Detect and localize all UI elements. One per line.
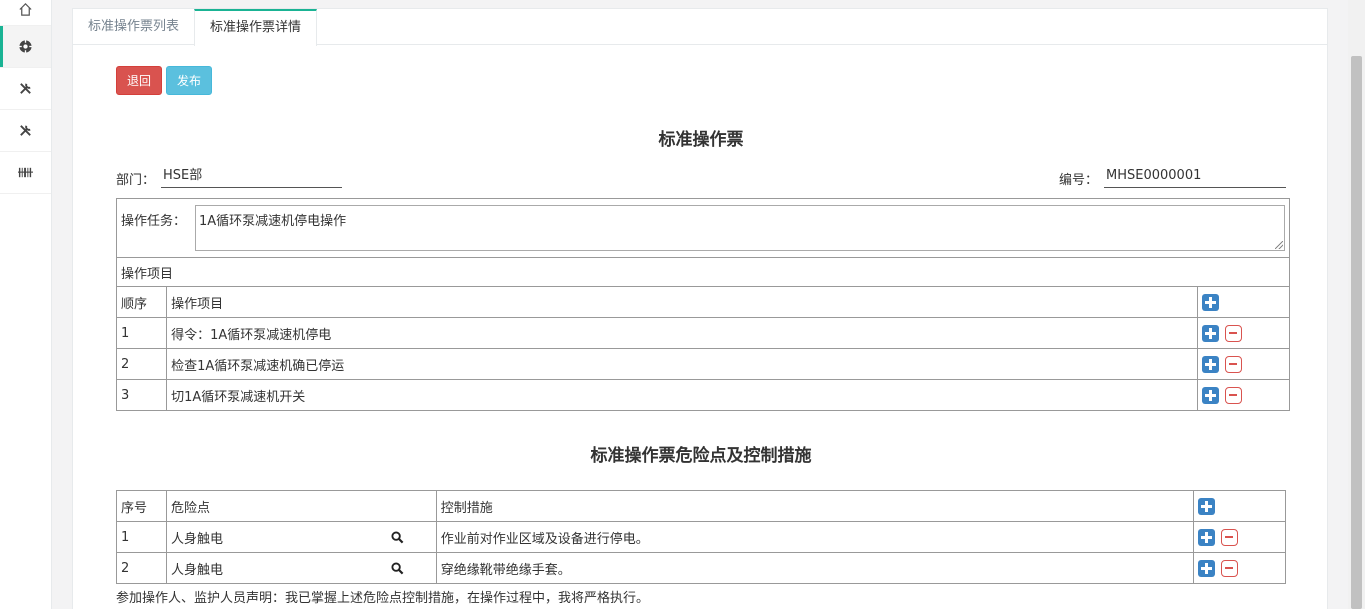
add-row-icon[interactable]: [1198, 559, 1216, 577]
remove-row-icon[interactable]: [1224, 386, 1242, 404]
vertical-scrollbar[interactable]: [1348, 0, 1365, 609]
search-icon[interactable]: [391, 562, 404, 575]
hazard-cell: 人身触电: [165, 521, 437, 553]
sidebar-item-tools-1[interactable]: [0, 68, 51, 110]
header-hazard: 危险点: [165, 490, 437, 522]
back-button[interactable]: 退回: [116, 66, 162, 95]
search-icon[interactable]: [391, 531, 404, 544]
department-field[interactable]: HSE部: [161, 166, 342, 188]
row-seq: 1: [116, 521, 167, 553]
row-item: 检查1A循环泵减速机确已停运: [166, 348, 1198, 380]
row-seq: 3: [115, 379, 168, 411]
barcode-icon: [18, 167, 33, 178]
hazards-table: 序号 危险点 控制措施 1 人身触电 作业前对作业区域及设备进行停电。 2 人身…: [116, 490, 1286, 584]
table-row: 3 切1A循环泵减速机开关: [115, 379, 1291, 411]
row-item: 切1A循环泵减速机开关: [166, 379, 1198, 411]
operation-items-table: 操作任务： 1A循环泵减速机停电操作 操作项目 顺序 操作项目 1 得令：1A循…: [115, 198, 1291, 411]
main-panel: 标准操作票列表 标准操作票详情 退回 发布 标准操作票 部门： HSE部 编号：…: [72, 8, 1328, 609]
header-seq: 序号: [116, 490, 167, 522]
header-seq: 顺序: [115, 286, 168, 318]
hazards-title: 标准操作票危险点及控制措施: [590, 446, 812, 466]
remove-row-icon[interactable]: [1224, 355, 1242, 373]
add-row-icon[interactable]: [1198, 497, 1216, 515]
sidebar: [0, 0, 52, 609]
remove-row-icon[interactable]: [1221, 528, 1239, 546]
tab-ticket-detail[interactable]: 标准操作票详情: [194, 9, 318, 46]
add-row-icon[interactable]: [1201, 293, 1219, 311]
form-title: 标准操作票: [658, 130, 744, 150]
target-icon: [18, 39, 33, 54]
items-section-label: 操作项目: [116, 257, 1290, 287]
declaration-text: 参加操作人、监护人员声明：我已掌握上述危险点控制措施，在操作过程中，我将严格执行…: [116, 591, 650, 606]
header-item: 操作项目: [166, 286, 1198, 318]
header-measure: 控制措施: [435, 490, 1195, 522]
add-row-icon[interactable]: [1201, 355, 1219, 373]
home-icon: [19, 3, 32, 16]
resize-grip[interactable]: [1275, 241, 1283, 249]
row-measure: 作业前对作业区域及设备进行停电。: [435, 521, 1195, 553]
sidebar-item-tools-2[interactable]: [0, 110, 51, 152]
sidebar-item-barcode[interactable]: [0, 152, 51, 194]
tab-bar: 标准操作票列表 标准操作票详情: [73, 9, 1327, 46]
number-label: 编号：: [1059, 173, 1099, 188]
remove-row-icon[interactable]: [1224, 324, 1242, 342]
table-header-row: 序号 危险点 控制措施: [116, 490, 1286, 522]
publish-button[interactable]: 发布: [166, 66, 212, 95]
hazard-cell: 人身触电: [165, 552, 437, 584]
wrench-icon: [20, 83, 31, 94]
scrollbar-thumb[interactable]: [1351, 56, 1362, 609]
task-text: 1A循环泵减速机停电操作: [199, 214, 347, 229]
table-row: 1 得令：1A循环泵减速机停电: [115, 317, 1291, 349]
table-row: 1 人身触电 作业前对作业区域及设备进行停电。: [116, 521, 1286, 553]
row-hazard: 人身触电: [170, 531, 223, 547]
row-seq: 2: [115, 348, 168, 380]
table-row: 2 检查1A循环泵减速机确已停运: [115, 348, 1291, 380]
number-field[interactable]: MHSE0000001: [1104, 166, 1286, 188]
add-row-icon[interactable]: [1201, 324, 1219, 342]
row-seq: 1: [115, 317, 168, 349]
add-row-icon[interactable]: [1198, 528, 1216, 546]
remove-row-icon[interactable]: [1221, 559, 1239, 577]
tab-ticket-list[interactable]: 标准操作票列表: [73, 9, 194, 44]
wrench-icon: [20, 125, 31, 136]
table-header-row: 顺序 操作项目: [115, 286, 1291, 318]
row-measure: 穿绝缘靴带绝缘手套。: [435, 552, 1195, 584]
table-row: 2 人身触电 穿绝缘靴带绝缘手套。: [116, 552, 1286, 584]
row-item: 得令：1A循环泵减速机停电: [166, 317, 1198, 349]
task-textarea[interactable]: 1A循环泵减速机停电操作: [195, 205, 1285, 251]
sidebar-item-target[interactable]: [0, 26, 51, 68]
sidebar-item-home[interactable]: [0, 0, 51, 26]
add-row-icon[interactable]: [1201, 386, 1219, 404]
row-seq: 2: [116, 552, 167, 584]
task-label: 操作任务：: [121, 214, 187, 229]
department-label: 部门：: [116, 173, 156, 188]
row-hazard: 人身触电: [170, 562, 223, 578]
